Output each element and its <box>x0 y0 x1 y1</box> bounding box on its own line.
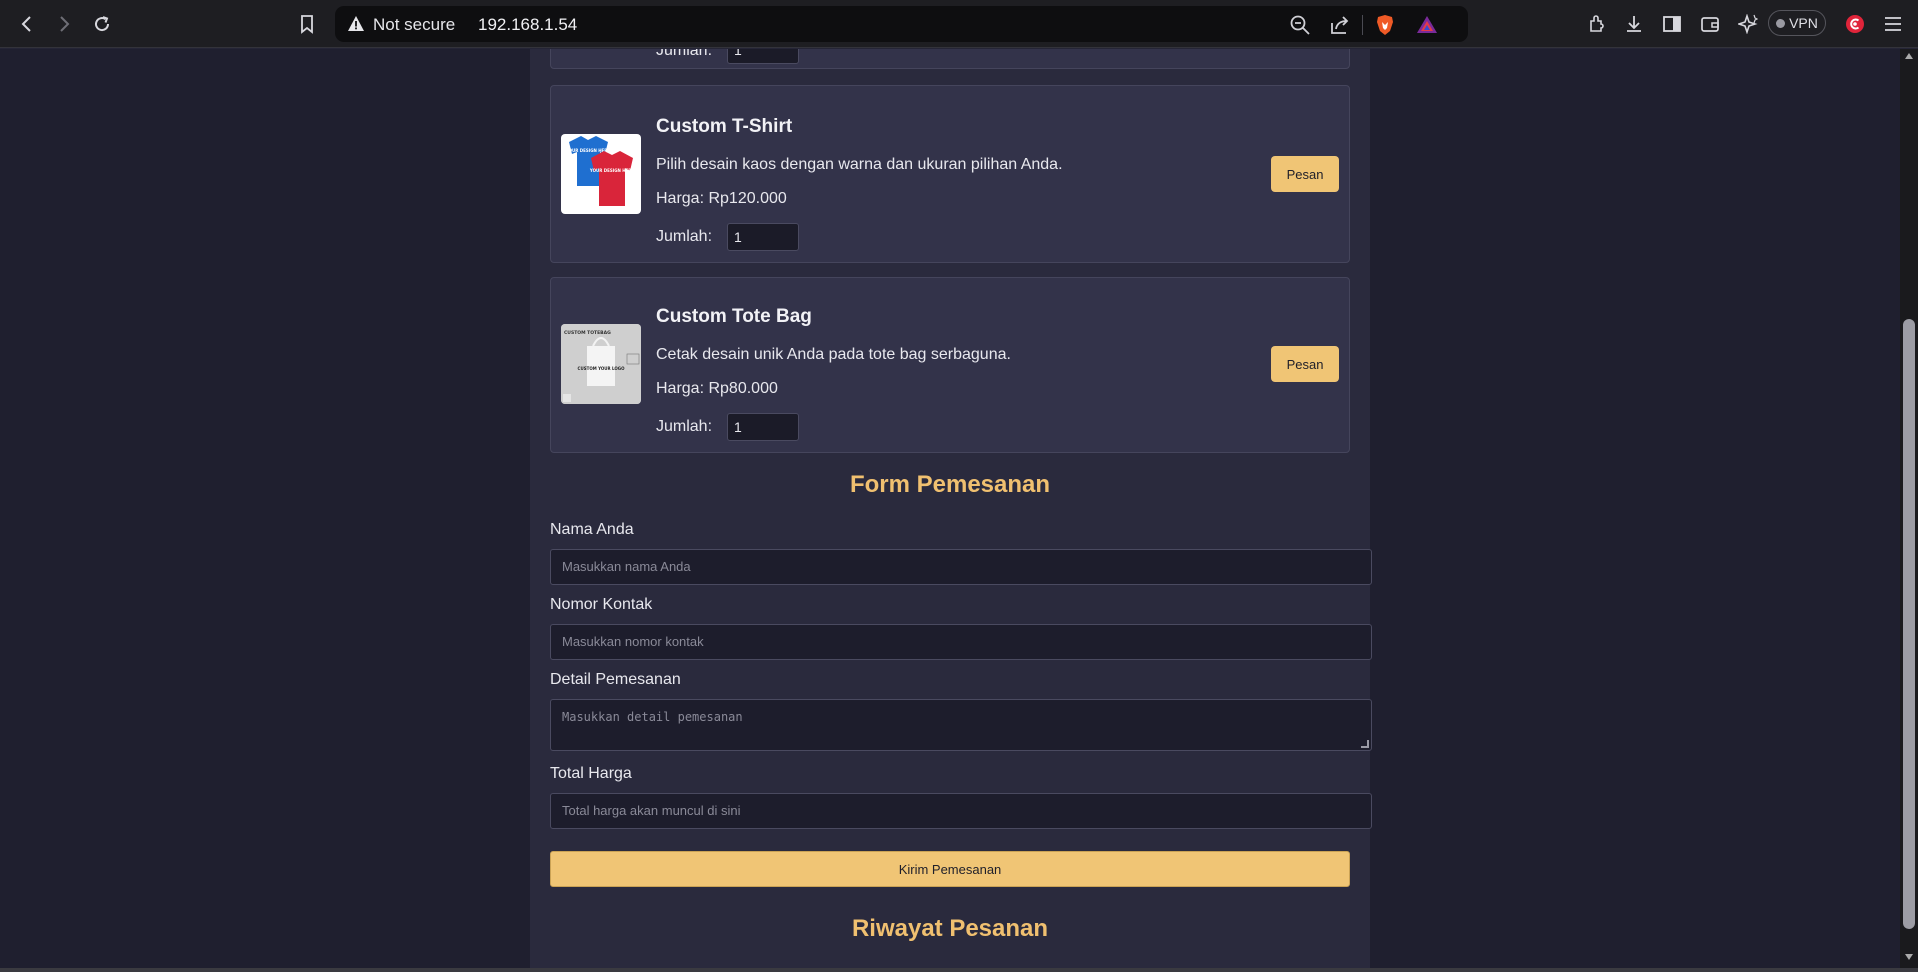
browser-toolbar: Not secure 192.168.1.54 VPN <box>0 0 1918 48</box>
scroll-up-icon[interactable] <box>1905 53 1913 59</box>
vpn-button[interactable]: VPN <box>1768 10 1826 36</box>
leo-ai-icon[interactable] <box>1734 10 1762 38</box>
qty-input[interactable]: 1 <box>727 413 799 441</box>
name-label: Nama Anda <box>550 521 634 538</box>
vpn-label: VPN <box>1789 15 1818 31</box>
sidebar-icon[interactable] <box>1658 10 1686 38</box>
form-title: Form Pemesanan <box>849 471 1051 498</box>
qty-label: Jumlah: <box>656 418 713 435</box>
window-bottom-edge <box>0 968 1918 972</box>
total-input[interactable]: Total harga akan muncul di sini <box>550 793 1372 829</box>
product-card-tshirt: YOUR DESIGN HERE YOUR DESIGN HERE Custom… <box>550 85 1350 263</box>
product-card-totebag: CUSTOM TOTEBAG CUSTOM YOUR LOGO Custom T… <box>550 277 1350 453</box>
zoom-icon[interactable] <box>1289 14 1311 36</box>
contact-label: Nomor Kontak <box>550 596 653 613</box>
reload-icon[interactable] <box>88 10 116 38</box>
qty-input[interactable]: 1 <box>727 49 799 64</box>
contact-input[interactable]: Masukkan nomor kontak <box>550 624 1372 660</box>
vpn-status-icon <box>1776 18 1786 28</box>
product-price: Harga: Rp120.000 <box>656 190 787 207</box>
address-bar[interactable]: Not secure 192.168.1.54 <box>335 6 1468 42</box>
name-input[interactable]: Masukkan nama Anda <box>550 549 1372 585</box>
back-icon[interactable] <box>13 10 41 38</box>
url-text[interactable]: 192.168.1.54 <box>478 15 577 35</box>
tshirt-print-text-2: YOUR DESIGN HERE <box>589 168 634 173</box>
detail-label: Detail Pemesanan <box>550 671 681 688</box>
order-button[interactable]: Pesan <box>1271 346 1339 382</box>
product-card-partial: Jumlah: 1 <box>550 49 1350 69</box>
page-viewport: Jumlah: 1 YOUR DESIGN HERE YOUR DESIGN H… <box>0 49 1900 972</box>
qty-label: Jumlah: <box>656 228 713 245</box>
wallet-icon[interactable] <box>1696 10 1724 38</box>
detail-placeholder: Masukkan detail pemesanan <box>562 710 743 724</box>
extensions-icon[interactable] <box>1583 10 1611 38</box>
brave-rewards-icon[interactable] <box>1416 14 1438 36</box>
page-scrollbar[interactable] <box>1900 49 1918 972</box>
resize-handle-icon[interactable] <box>1361 740 1369 748</box>
main-container: Jumlah: 1 YOUR DESIGN HERE YOUR DESIGN H… <box>530 49 1372 972</box>
totebag-caption: CUSTOM TOTEBAG <box>564 330 611 336</box>
product-title: Custom T-Shirt <box>656 116 793 137</box>
tshirt-image: YOUR DESIGN HERE YOUR DESIGN HERE <box>561 134 641 214</box>
product-description: Pilih desain kaos dengan warna dan ukura… <box>656 156 1063 173</box>
profile-icon[interactable] <box>1841 10 1869 38</box>
menu-icon[interactable] <box>1879 10 1907 38</box>
totebag-image: CUSTOM TOTEBAG CUSTOM YOUR LOGO <box>561 324 641 404</box>
order-button[interactable]: Pesan <box>1271 156 1339 192</box>
product-description: Cetak desain unik Anda pada tote bag ser… <box>656 346 1011 363</box>
total-label: Total Harga <box>550 765 632 782</box>
share-icon[interactable] <box>1329 14 1351 36</box>
scrollbar-thumb[interactable] <box>1903 319 1915 929</box>
product-title: Custom Tote Bag <box>656 306 812 327</box>
detail-textarea[interactable]: Masukkan detail pemesanan <box>550 699 1372 751</box>
security-label[interactable]: Not secure <box>373 15 455 35</box>
brave-shield-icon[interactable] <box>1374 14 1396 36</box>
qty-label: Jumlah: <box>656 49 713 59</box>
scroll-down-icon[interactable] <box>1905 954 1913 960</box>
totebag-print-text: CUSTOM YOUR LOGO <box>578 366 626 371</box>
warning-icon[interactable] <box>347 15 365 33</box>
download-icon[interactable] <box>1620 10 1648 38</box>
history-title: Riwayat Pesanan <box>851 915 1049 942</box>
submit-order-button[interactable]: Kirim Pemesanan <box>550 851 1350 887</box>
qty-input[interactable]: 1 <box>727 223 799 251</box>
product-price: Harga: Rp80.000 <box>656 380 778 397</box>
bookmark-icon[interactable] <box>293 10 321 38</box>
forward-icon[interactable] <box>50 10 78 38</box>
